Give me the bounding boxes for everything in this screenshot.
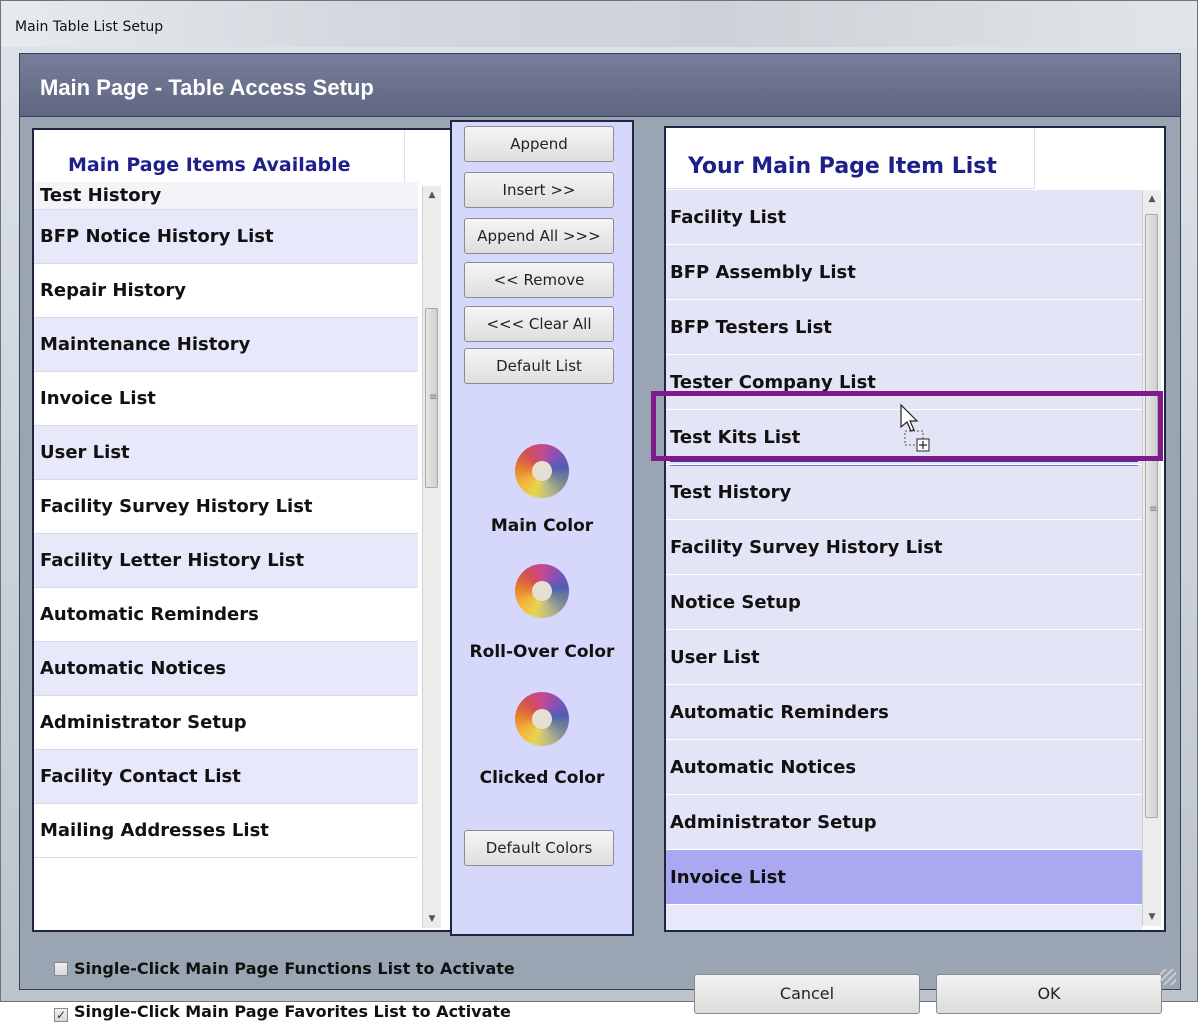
right-scrollbar[interactable]: ▲ ≡ ▼ — [1142, 190, 1161, 926]
page-title: Main Page - Table Access Setup — [40, 75, 374, 100]
list-item[interactable]: User List — [666, 630, 1142, 685]
available-items-panel: Main Page Items Available Test History B… — [32, 128, 464, 932]
list-item[interactable]: BFP Testers List — [666, 300, 1142, 355]
dialog-client: Main Page - Table Access Setup Main Page… — [19, 53, 1181, 1022]
list-item[interactable]: Facility Survey History List — [34, 480, 418, 534]
options-bar: Single-Click Main Page Functions List to… — [20, 942, 1180, 1022]
default-colors-button[interactable]: Default Colors — [464, 830, 614, 866]
main-color-wheel-icon[interactable] — [515, 444, 569, 498]
my-items-list[interactable]: Facility List BFP Assembly List BFP Test… — [666, 190, 1142, 930]
list-item[interactable]: Facility Letter History List — [34, 534, 418, 588]
my-items-title: Your Main Page Item List — [688, 154, 997, 179]
available-items-title: Main Page Items Available — [68, 154, 351, 176]
scroll-up-arrow-icon[interactable]: ▲ — [1143, 190, 1161, 208]
insert-button[interactable]: Insert >> — [464, 172, 614, 208]
main-color-label: Main Color — [490, 516, 594, 536]
single-click-functions-label: Single-Click Main Page Functions List to… — [74, 959, 515, 978]
ok-button[interactable]: OK — [936, 974, 1162, 1014]
drag-copy-cursor-icon — [900, 403, 930, 452]
list-item[interactable]: Facility Contact List — [34, 750, 418, 804]
my-items-header: Your Main Page Item List — [666, 128, 1035, 189]
list-item-selected[interactable]: Invoice List — [666, 850, 1142, 905]
scroll-thumb[interactable]: ≡ — [425, 308, 438, 488]
list-item[interactable]: User List — [34, 426, 418, 480]
list-item[interactable]: Invoice List — [34, 372, 418, 426]
list-item[interactable]: Automatic Notices — [34, 642, 418, 696]
available-items-list[interactable]: Test History BFP Notice History List Rep… — [34, 182, 418, 930]
scroll-thumb[interactable]: ≡ — [1145, 214, 1158, 818]
actions-panel: Append Insert >> Append All >>> << Remov… — [450, 120, 634, 936]
append-button[interactable]: Append — [464, 126, 614, 162]
list-item[interactable]: Notice Setup — [666, 575, 1142, 630]
list-item[interactable]: Repair History — [34, 264, 418, 318]
clicked-color-label: Clicked Color — [479, 768, 605, 788]
resize-grip-icon[interactable] — [1160, 969, 1176, 985]
grip-icon: ≡ — [429, 392, 438, 403]
list-item[interactable]: Automatic Notices — [666, 740, 1142, 795]
grip-icon: ≡ — [1149, 504, 1158, 515]
dialog-window: Main Table List Setup Main Page - Table … — [0, 0, 1198, 1022]
list-item[interactable]: Mailing Addresses List — [34, 804, 418, 858]
checkbox-unchecked[interactable] — [54, 962, 68, 976]
rollover-color-wheel-icon[interactable] — [515, 564, 569, 618]
window-title: Main Table List Setup — [15, 19, 164, 35]
single-click-favorites-label: Single-Click Main Page Favorites List to… — [74, 1002, 511, 1021]
rollover-color-label: Roll-Over Color — [469, 642, 615, 662]
list-item[interactable]: Automatic Reminders — [34, 588, 418, 642]
list-item[interactable]: Administrator Setup — [666, 795, 1142, 850]
default-list-button[interactable]: Default List — [464, 348, 614, 384]
left-scrollbar[interactable]: ▲ ≡ ▼ — [422, 186, 441, 928]
remove-button[interactable]: << Remove — [464, 262, 614, 298]
checkbox-checked[interactable]: ✓ — [54, 1008, 68, 1022]
clear-all-button[interactable]: <<< Clear All — [464, 306, 614, 342]
single-click-functions-option[interactable]: Single-Click Main Page Functions List to… — [54, 959, 515, 983]
append-all-button[interactable]: Append All >>> — [464, 218, 614, 254]
list-item[interactable]: Administrator Setup — [34, 696, 418, 750]
list-item[interactable]: Automatic Reminders — [666, 685, 1142, 740]
list-item[interactable]: Facility List — [666, 190, 1142, 245]
list-item[interactable]: BFP Assembly List — [666, 245, 1142, 300]
list-item[interactable]: Maintenance History — [34, 318, 418, 372]
scroll-down-arrow-icon[interactable]: ▼ — [423, 910, 441, 928]
available-items-header: Main Page Items Available — [34, 130, 405, 187]
cancel-button[interactable]: Cancel — [694, 974, 920, 1014]
scroll-up-arrow-icon[interactable]: ▲ — [423, 186, 441, 204]
single-click-favorites-option[interactable]: ✓ Single-Click Main Page Favorites List t… — [54, 1002, 511, 1026]
list-item[interactable]: Test History — [34, 182, 418, 210]
my-items-panel: Your Main Page Item List Facility List B… — [664, 126, 1166, 932]
list-item[interactable]: BFP Notice History List — [34, 210, 418, 264]
title-bar[interactable]: Main Table List Setup — [1, 1, 1197, 47]
list-item[interactable]: Test History — [666, 465, 1142, 520]
list-item[interactable]: Facility Survey History List — [666, 520, 1142, 575]
header-band: Main Page - Table Access Setup — [20, 54, 1180, 117]
scroll-down-arrow-icon[interactable]: ▼ — [1143, 908, 1161, 926]
clicked-color-wheel-icon[interactable] — [515, 692, 569, 746]
